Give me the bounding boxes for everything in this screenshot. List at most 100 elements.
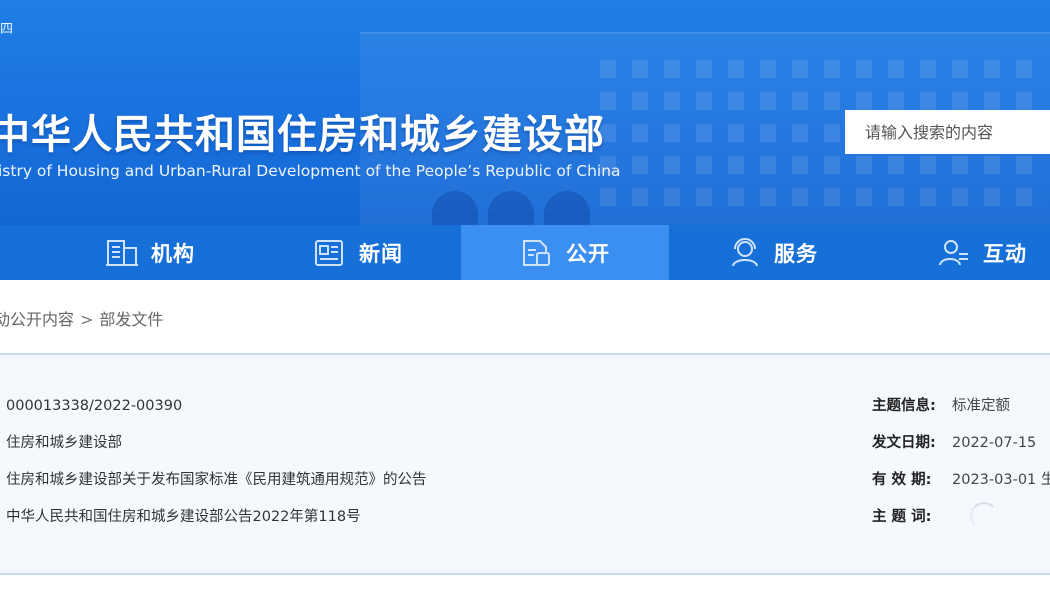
issuing-agency: 住房和城乡建设部: [6, 435, 122, 451]
info-left-column: 000013338/2022-00390 住房和城乡建设部 住房和城乡建设部关于…: [6, 397, 427, 545]
nav-label: 新闻: [359, 241, 403, 266]
building-window: [952, 92, 968, 110]
building-window: [920, 188, 936, 206]
building-window: [728, 156, 744, 174]
building-window: [664, 92, 680, 110]
building-window: [696, 124, 712, 142]
breadcrumb-separator: >: [80, 310, 94, 329]
info-right-column: 主题信息: 标准定额 发文日期: 2022-07-15 有 效 期: 2023-03-…: [872, 397, 1050, 545]
building-window: [792, 124, 808, 142]
document-title: 住房和城乡建设部关于发布国家标准《民用建筑通用规范》的公告: [6, 472, 427, 488]
interaction-person-icon: [939, 239, 968, 265]
building-window: [952, 156, 968, 174]
breadcrumb: 动公开内容 > 部发文件: [0, 306, 163, 330]
building-window: [920, 92, 936, 110]
topic-label: 主题信息:: [872, 398, 936, 414]
validity-label: 有 效 期:: [872, 472, 932, 488]
site-title: 中华人民共和国住房和城乡建设部: [0, 112, 605, 158]
building-window: [632, 156, 648, 174]
building-window: [824, 60, 840, 78]
building-window: [728, 92, 744, 110]
validity-value: 2023-03-01 生: [952, 472, 1050, 488]
building-window: [1016, 60, 1032, 78]
nav-label: 公开: [566, 241, 610, 266]
building-window: [824, 188, 840, 206]
building-window: [792, 92, 808, 110]
building-window: [920, 60, 936, 78]
building-window: [920, 156, 936, 174]
building-window: [728, 124, 744, 142]
document-icon: [523, 239, 550, 266]
info-row-date: 发文日期: 2022-07-15: [872, 434, 1050, 471]
building-window: [728, 188, 744, 206]
building-window: [632, 124, 648, 142]
document-info-panel: 000013338/2022-00390 住房和城乡建设部 住房和城乡建设部关于…: [0, 353, 1050, 575]
info-row-keywords: 主 题 词:: [872, 508, 1050, 545]
building-window: [696, 60, 712, 78]
header-banner: 四 中华人民共和国住房和城乡建设部 istry of Housing and U…: [0, 0, 1050, 225]
building-window: [696, 92, 712, 110]
nav-item-jigou[interactable]: 机构: [46, 225, 254, 280]
news-icon: [315, 239, 343, 266]
building-window: [792, 60, 808, 78]
nav-item-gongkai[interactable]: 公开: [461, 225, 669, 280]
building-window: [888, 60, 904, 78]
building-window: [824, 156, 840, 174]
building-window: [728, 60, 744, 78]
building-window: [632, 92, 648, 110]
building-window: [760, 188, 776, 206]
building-window: [856, 188, 872, 206]
building-window: [760, 60, 776, 78]
building-window: [664, 60, 680, 78]
building-icon: [106, 239, 138, 266]
building-window: [888, 188, 904, 206]
building-window: [1016, 188, 1032, 206]
building-window: [952, 60, 968, 78]
info-row-topic: 主题信息: 标准定额: [872, 397, 1050, 434]
nav-label: 互动: [983, 241, 1027, 266]
nav-item-xinwen[interactable]: 新闻: [254, 225, 462, 280]
building-window: [984, 188, 1000, 206]
main-nav: 机构 新闻 公开 服务 互动: [0, 225, 1050, 280]
keywords-label: 主 题 词:: [872, 509, 932, 525]
search-input[interactable]: [845, 110, 1050, 154]
building-window: [984, 92, 1000, 110]
building-window: [792, 156, 808, 174]
nav-item-fuwu[interactable]: 服务: [669, 225, 877, 280]
building-window: [1016, 92, 1032, 110]
index-number: 000013338/2022-00390: [6, 398, 183, 414]
building-window: [984, 60, 1000, 78]
building-window: [664, 156, 680, 174]
info-row-validity: 有 效 期: 2023-03-01 生: [872, 471, 1050, 508]
breadcrumb-item-ministry-documents[interactable]: 部发文件: [99, 310, 163, 329]
building-window: [600, 60, 616, 78]
topic-value: 标准定额: [952, 398, 1010, 414]
breadcrumb-item-public-content[interactable]: 动公开内容: [0, 310, 74, 329]
building-window: [984, 156, 1000, 174]
building-window: [696, 188, 712, 206]
nav-label: 服务: [774, 241, 818, 266]
building-window: [760, 124, 776, 142]
building-window: [600, 188, 616, 206]
building-window: [856, 156, 872, 174]
building-window: [888, 92, 904, 110]
building-window: [696, 156, 712, 174]
building-window: [632, 60, 648, 78]
building-window: [632, 188, 648, 206]
nav-item-hudong[interactable]: 互动: [878, 225, 1050, 280]
loading-spinner-icon: [970, 502, 998, 530]
building-window: [824, 92, 840, 110]
building-window: [760, 92, 776, 110]
building-window: [760, 156, 776, 174]
building-window: [664, 188, 680, 206]
building-window: [1016, 156, 1032, 174]
building-window: [824, 124, 840, 142]
building-window: [664, 124, 680, 142]
site-subtitle: istry of Housing and Urban-Rural Develop…: [0, 162, 621, 180]
weekday-text: 四: [0, 22, 14, 37]
building-window: [856, 92, 872, 110]
building-window: [856, 60, 872, 78]
issue-date-value: 2022-07-15: [952, 435, 1037, 451]
issue-date-label: 发文日期:: [872, 435, 936, 451]
service-person-icon: [732, 237, 758, 266]
